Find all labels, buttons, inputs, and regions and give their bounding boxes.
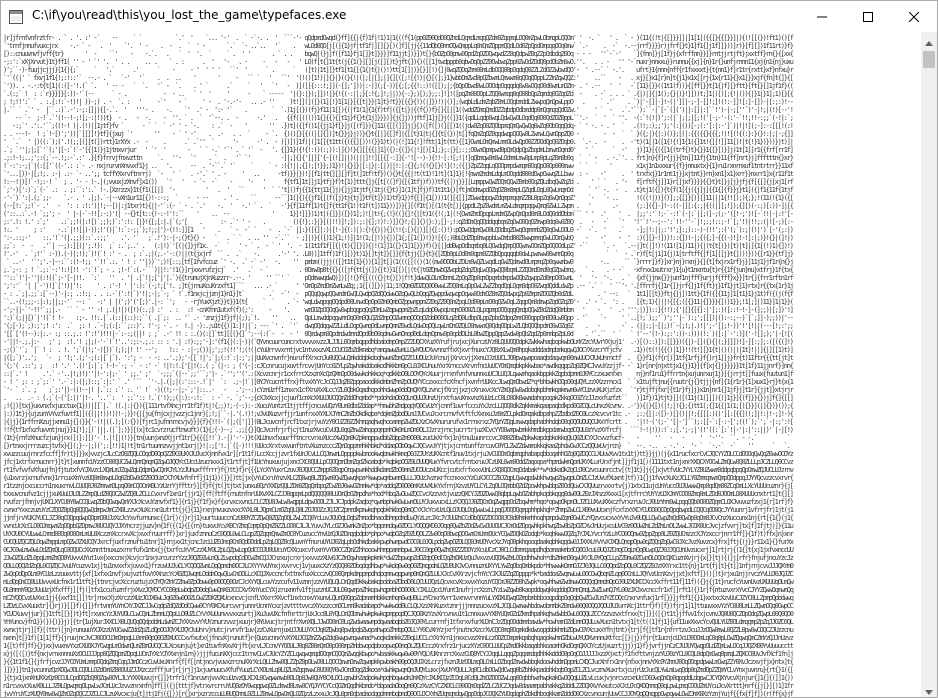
scroll-thumb[interactable] (923, 51, 935, 68)
console-output[interactable]: |r]jfrnfvnfrztfr- . ` . '. :' -` -- ` ` … (1, 32, 921, 697)
scroll-up-button[interactable] (921, 32, 937, 48)
vertical-scrollbar[interactable] (921, 32, 937, 697)
close-icon (908, 7, 920, 26)
minimize-icon (817, 7, 827, 26)
ascii-art-text: |r]jfrnfvnfrztfr- . ` . '. :' -` -- ` ` … (3, 34, 794, 697)
scroll-down-button[interactable] (921, 681, 937, 697)
console-window: C:\if\you\read\this\you_lost_the_game\ty… (0, 0, 938, 698)
window-title: C:\if\you\read\this\you_lost_the_game\ty… (32, 8, 347, 22)
close-button[interactable] (891, 1, 937, 32)
scroll-down-arrow-icon (925, 680, 933, 698)
scroll-up-arrow-icon (925, 31, 933, 50)
title-bar[interactable]: C:\if\you\read\this\you_lost_the_game\ty… (1, 1, 937, 32)
maximize-icon (863, 7, 873, 26)
maximize-button[interactable] (845, 1, 891, 32)
console-app-icon (9, 9, 23, 24)
minimize-button[interactable] (799, 1, 845, 32)
